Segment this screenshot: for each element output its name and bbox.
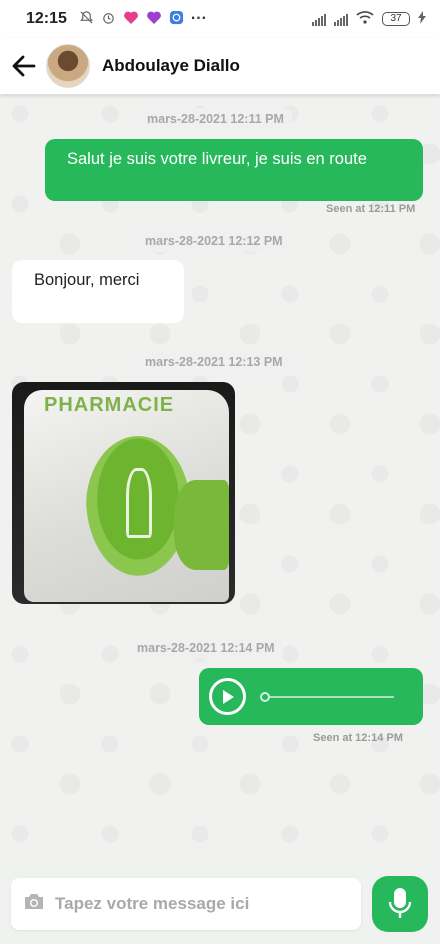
wifi-icon: [356, 10, 374, 28]
more-icon: ···: [190, 10, 207, 27]
heart-app-icon: [146, 10, 162, 28]
microphone-icon: [388, 888, 412, 918]
play-icon: [222, 689, 234, 704]
message-timestamp: mars-28-2021 12:11 PM: [139, 108, 292, 130]
battery-indicator: 37: [382, 12, 410, 26]
heart-app-icon: [123, 10, 139, 28]
pharmacy-symbol-icon: [126, 468, 152, 538]
image-caption-text: PHARMACIE: [44, 394, 175, 416]
status-indicators: 37: [312, 10, 426, 28]
audio-progress-handle[interactable]: [260, 691, 270, 702]
message-timestamp: mars-28-2021 12:13 PM: [137, 351, 291, 373]
outgoing-message[interactable]: Salut je suis votre livreur, je suis en …: [45, 139, 423, 201]
message-field[interactable]: [11, 878, 361, 930]
signal-icon: [312, 13, 326, 26]
camera-icon[interactable]: [23, 892, 45, 916]
audio-message[interactable]: [199, 668, 423, 725]
arrow-left-icon: [12, 55, 36, 77]
incoming-message[interactable]: Bonjour, merci: [12, 260, 184, 323]
chat-messages[interactable]: mars-28-2021 12:11 PM Salut je suis votr…: [0, 94, 440, 864]
status-bar: 12:15 ··· 37: [0, 0, 440, 38]
alarm-icon: [101, 10, 116, 28]
signal-icon: [334, 13, 348, 26]
contact-name[interactable]: Abdoulaye Diallo: [102, 56, 240, 76]
message-text: Salut je suis votre livreur, je suis en …: [67, 150, 367, 168]
avatar[interactable]: [46, 44, 90, 88]
notification-icons: ···: [79, 10, 207, 28]
back-button[interactable]: [10, 52, 38, 80]
chat-header: Abdoulaye Diallo: [0, 38, 440, 94]
charging-icon: [418, 10, 426, 28]
status-time: 12:15: [26, 10, 67, 27]
audio-progress-track[interactable]: [260, 691, 394, 702]
seen-status: Seen at 12:14 PM: [313, 732, 403, 744]
app-icon: [169, 10, 184, 28]
play-button[interactable]: [209, 678, 246, 715]
message-text: Bonjour, merci: [34, 271, 140, 289]
bag-logo-shade: [174, 480, 229, 570]
message-timestamp: mars-28-2021 12:14 PM: [129, 637, 283, 659]
message-timestamp: mars-28-2021 12:12 PM: [137, 230, 291, 252]
pharmacy-bag-image: PHARMACIE: [24, 390, 229, 602]
bell-off-icon: [79, 10, 94, 28]
microphone-button[interactable]: [372, 876, 428, 932]
composer-bar: [0, 864, 440, 944]
message-input[interactable]: [55, 894, 335, 914]
image-message[interactable]: PHARMACIE: [12, 382, 235, 604]
seen-status: Seen at 12:11 PM: [326, 203, 416, 215]
